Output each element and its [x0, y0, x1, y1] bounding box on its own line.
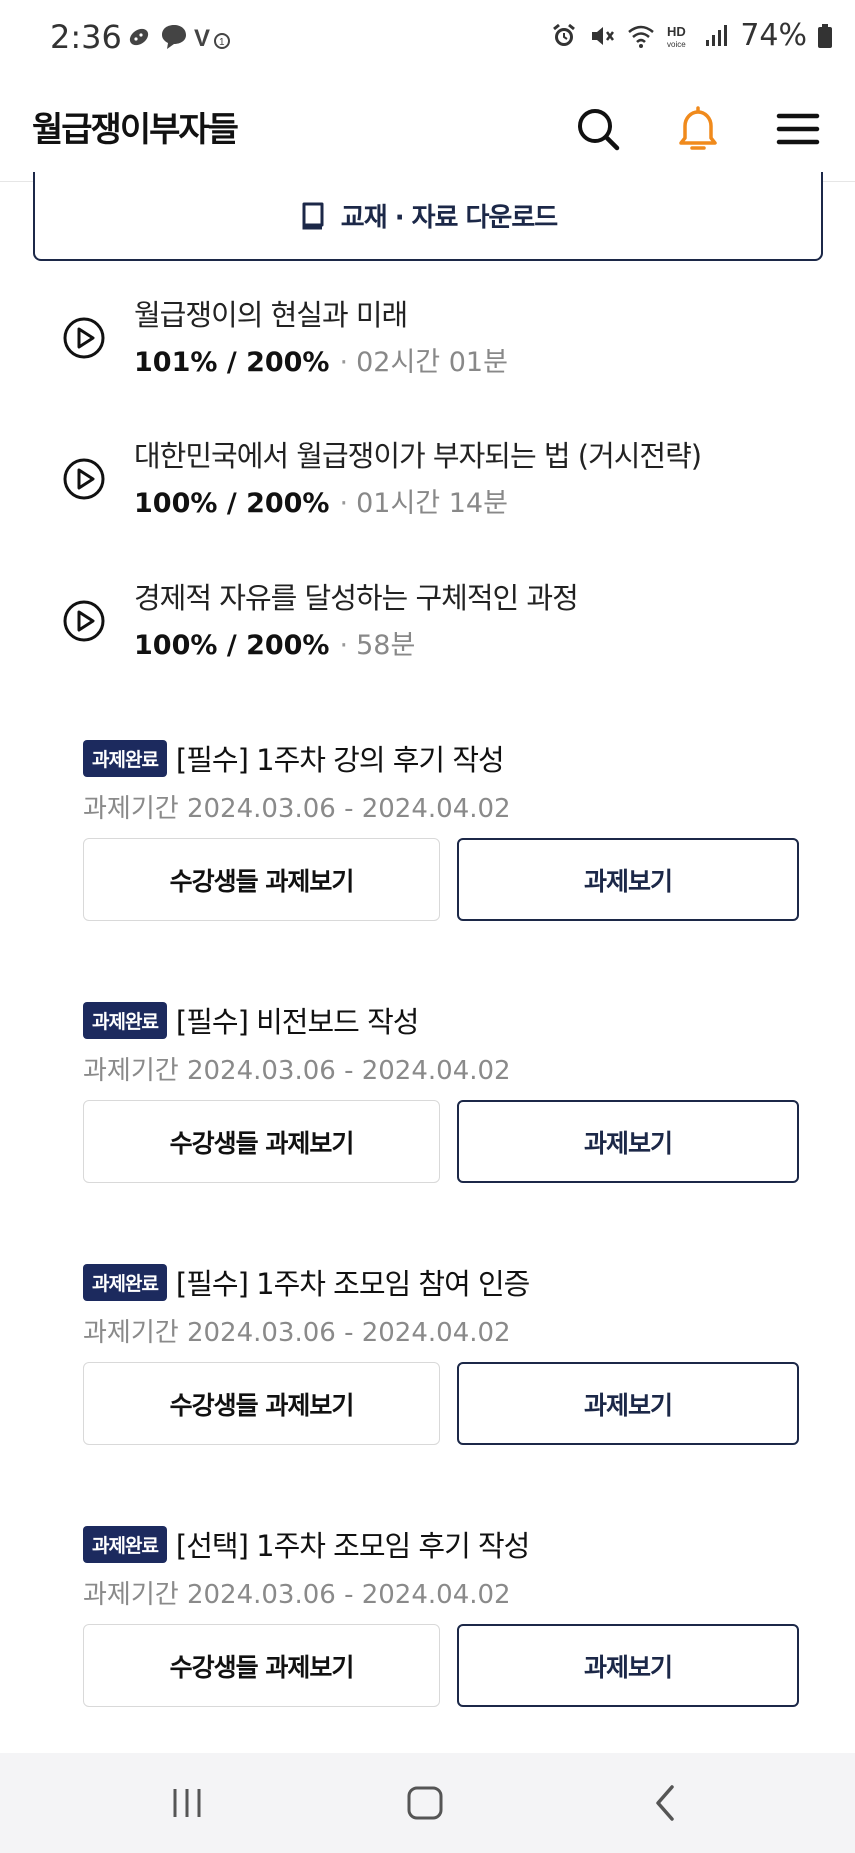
- svg-text:HD: HD: [667, 24, 686, 39]
- mute-icon: [592, 26, 615, 45]
- assignment-title: [필수] 1주차 조모임 참여 인증: [175, 1267, 530, 1301]
- completed-badge: 과제완료: [83, 739, 167, 777]
- assignment-period: 과제기간 2024.03.06 - 2024.04.02: [83, 1318, 511, 1348]
- status-time: 2:36: [50, 18, 122, 56]
- system-nav-bar: [0, 1753, 855, 1853]
- assignment-header: 과제완료 [필수] 1주차 강의 후기 작성: [83, 737, 505, 779]
- svg-text:voice: voice: [667, 40, 686, 49]
- lecture-duration: 01시간 14분: [356, 488, 508, 519]
- meta-separator: ·: [339, 488, 349, 519]
- app-header: 월급쟁이부자들: [0, 80, 855, 182]
- lecture-progress: 101% / 200%: [134, 347, 330, 378]
- view-assignment-button[interactable]: 과제보기: [457, 1624, 799, 1707]
- battery-percent: 74%: [740, 18, 807, 53]
- back-button[interactable]: [635, 1778, 695, 1828]
- assignment-title: [선택] 1주차 조모임 후기 작성: [175, 1529, 530, 1563]
- play-icon[interactable]: [62, 599, 106, 643]
- play-icon[interactable]: [62, 316, 106, 360]
- lecture-item[interactable]: 대한민국에서 월급쟁이가 부자되는 법 (거시전략) 100% / 200% ·…: [60, 433, 840, 533]
- completed-badge: 과제완료: [83, 1525, 167, 1563]
- wifi-icon: [628, 25, 655, 48]
- running-app-icon: [129, 28, 149, 46]
- download-label: 교재 · 자료 다운로드: [340, 203, 558, 233]
- lecture-meta: 101% / 200% · 02시간 01분: [134, 340, 508, 379]
- assignment-header: 과제완료 [필수] 1주차 조모임 참여 인증: [83, 1261, 530, 1303]
- view-students-assignments-button[interactable]: 수강생들 과제보기: [83, 838, 440, 921]
- assignment-period: 과제기간 2024.03.06 - 2024.04.02: [83, 1580, 511, 1610]
- bell-icon: [679, 106, 717, 150]
- view-assignment-button[interactable]: 과제보기: [457, 1100, 799, 1183]
- assignment-period: 과제기간 2024.03.06 - 2024.04.02: [83, 1056, 511, 1086]
- view-students-assignments-button[interactable]: 수강생들 과제보기: [83, 1362, 440, 1445]
- svg-text:1: 1: [219, 37, 225, 48]
- battery-icon: [818, 23, 832, 48]
- recent-apps-button[interactable]: [157, 1778, 217, 1828]
- assignment-title: [필수] 1주차 강의 후기 작성: [175, 743, 505, 777]
- lecture-title: 월급쟁이의 현실과 미래: [134, 298, 408, 332]
- volte-icon: V1: [194, 25, 230, 52]
- lecture-title: 대한민국에서 월급쟁이가 부자되는 법 (거시전략): [134, 439, 702, 473]
- menu-icon: [776, 113, 820, 145]
- lecture-duration: 02시간 01분: [356, 347, 508, 378]
- meta-separator: ·: [339, 347, 349, 378]
- notification-button[interactable]: [663, 94, 733, 164]
- lecture-duration: 58분: [356, 630, 416, 661]
- book-icon: [302, 202, 324, 229]
- search-icon: [578, 109, 620, 151]
- brand-logo[interactable]: 월급쟁이부자들: [32, 102, 239, 151]
- meta-separator: ·: [339, 630, 349, 661]
- assignment-card: 과제완료 [선택] 1주차 조모임 후기 작성 과제기간 2024.03.06 …: [83, 1523, 799, 1723]
- view-students-assignments-button[interactable]: 수강생들 과제보기: [83, 1624, 440, 1707]
- lecture-item[interactable]: 경제적 자유를 달성하는 구체적인 과정 100% / 200% · 58분: [60, 575, 840, 675]
- menu-button[interactable]: [763, 94, 833, 164]
- assignment-card: 과제완료 [필수] 1주차 조모임 참여 인증 과제기간 2024.03.06 …: [83, 1261, 799, 1461]
- lecture-item[interactable]: 월급쟁이의 현실과 미래 101% / 200% · 02시간 01분: [60, 292, 840, 392]
- status-system-icons: HD voice 74%: [550, 18, 833, 53]
- assignment-card: 과제완료 [필수] 1주차 강의 후기 작성 과제기간 2024.03.06 -…: [83, 737, 799, 937]
- lecture-meta: 100% / 200% · 58분: [134, 623, 415, 662]
- assignment-period: 과제기간 2024.03.06 - 2024.04.02: [83, 794, 511, 824]
- materials-download-button[interactable]: 교재 · 자료 다운로드: [33, 172, 823, 261]
- assignment-title: [필수] 비전보드 작성: [175, 1005, 420, 1039]
- assignment-header: 과제완료 [선택] 1주차 조모임 후기 작성: [83, 1523, 530, 1565]
- chat-bubble-icon: [162, 25, 186, 49]
- signal-icon: [706, 24, 728, 46]
- lecture-progress: 100% / 200%: [134, 630, 330, 661]
- assignment-card: 과제완료 [필수] 비전보드 작성 과제기간 2024.03.06 - 2024…: [83, 999, 799, 1199]
- completed-badge: 과제완료: [83, 1001, 167, 1039]
- status-notification-icons: V1: [124, 22, 234, 52]
- search-button[interactable]: [563, 94, 633, 164]
- completed-badge: 과제완료: [83, 1263, 167, 1301]
- lecture-title: 경제적 자유를 달성하는 구체적인 과정: [134, 581, 579, 615]
- view-assignment-button[interactable]: 과제보기: [457, 838, 799, 921]
- home-button[interactable]: [395, 1778, 455, 1828]
- assignment-header: 과제완료 [필수] 비전보드 작성: [83, 999, 420, 1041]
- view-assignment-button[interactable]: 과제보기: [457, 1362, 799, 1445]
- hd-voice-icon: HDvoice: [667, 24, 686, 49]
- lecture-meta: 100% / 200% · 01시간 14분: [134, 481, 508, 520]
- home-icon: [407, 1786, 443, 1820]
- recent-apps-icon: [173, 1789, 201, 1817]
- play-icon[interactable]: [62, 457, 106, 501]
- lecture-progress: 100% / 200%: [134, 488, 330, 519]
- svg-text:V: V: [194, 25, 210, 52]
- view-students-assignments-button[interactable]: 수강생들 과제보기: [83, 1100, 440, 1183]
- alarm-icon: [553, 23, 576, 46]
- back-icon: [656, 1785, 674, 1821]
- status-bar: 2:36 V1 HD voice 74%: [0, 0, 855, 80]
